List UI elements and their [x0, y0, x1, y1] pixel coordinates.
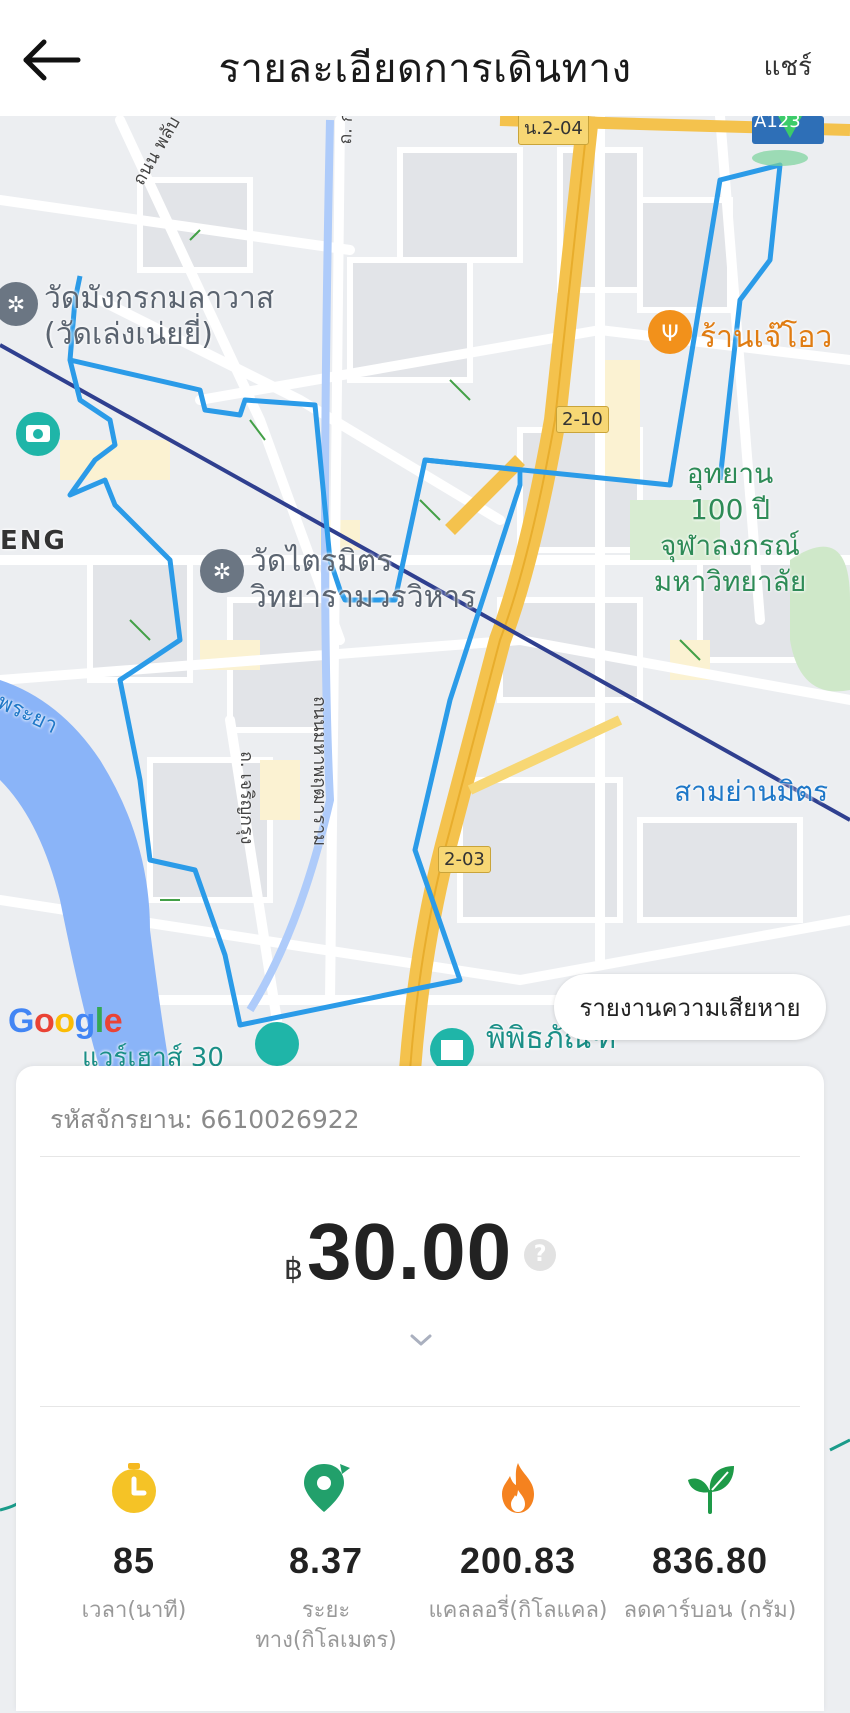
svg-text:Ψ: Ψ	[661, 322, 678, 347]
road-shield-2-10: 2-10	[556, 406, 609, 433]
price-row: ฿30.00?	[16, 1206, 824, 1298]
svg-text:✲: ✲	[213, 560, 231, 585]
stat-calories-value: 200.83	[459, 1540, 577, 1581]
flame-icon	[502, 1463, 534, 1513]
report-damage-button[interactable]: รายงานความเสียหาย	[554, 974, 826, 1040]
chevron-down-icon[interactable]	[406, 1328, 436, 1352]
stat-duration-value: 85	[112, 1540, 156, 1581]
stat-duration: 85 เวลา(นาที)	[34, 1460, 234, 1626]
trip-price: 30.00	[306, 1207, 513, 1296]
temple-label-traimit: วัดไตรมิตร วิทยารามวรวิหาร	[250, 544, 476, 616]
road-shield-n-2-04: น.2-04	[518, 116, 589, 145]
station-label: A123	[754, 116, 801, 132]
leaf-icon	[688, 1466, 734, 1514]
stat-carbon-value: 836.80	[651, 1540, 769, 1581]
stat-distance-value: 8.37	[288, 1540, 364, 1581]
svg-text:✲: ✲	[7, 293, 25, 318]
stat-calories-label: แคลลอรี่(กิโลแคล)	[428, 1598, 608, 1623]
stat-calories: 200.83 แคลลอรี่(กิโลแคล)	[418, 1460, 618, 1626]
bike-code: รหัสจักรยาน: 6610026922	[50, 1105, 360, 1134]
stat-carbon: 836.80 ลดคาร์บอน (กรัม)	[610, 1460, 810, 1626]
share-button[interactable]: แชร์	[764, 46, 812, 87]
temple-label-leng-noei-yi: วัดมังกรกมลาวาส (วัดเล่งเน่ยยี่)	[44, 281, 274, 353]
trip-summary-card: รหัสจักรยาน: 6610026922 ฿30.00? 85 เวลา(…	[16, 1066, 824, 1711]
stat-duration-label: เวลา(นาที)	[81, 1598, 187, 1623]
trip-stats: 85 เวลา(นาที) 8.37 ระยะ ทาง(กิโลเมตร) 20…	[16, 1460, 824, 1660]
road-label-maha-phruettharam: ถนนมหาพฤฒาราม	[309, 696, 330, 847]
timer-icon	[112, 1463, 156, 1513]
restaurant-label: ร้านเจ๊โอว	[700, 320, 833, 355]
park-label: อุทยาน 100 ปี จุฬาลงกรณ์ มหาวิทยาลัย	[640, 456, 820, 600]
stat-carbon-label: ลดคาร์บอน (กรัม)	[623, 1598, 797, 1623]
temple-label-leng-noei-yi-text: วัดมังกรกมลาวาส (วัดเล่งเน่ยยี่)	[44, 281, 275, 352]
park-label-text: อุทยาน 100 ปี จุฬาลงกรณ์ มหาวิทยาลัย	[653, 457, 807, 598]
help-icon[interactable]: ?	[524, 1239, 557, 1271]
district-label: ENG	[0, 526, 67, 556]
samyan-label: สามย่านมิตร	[674, 775, 829, 808]
location-pin-icon	[304, 1464, 350, 1512]
divider	[40, 1406, 800, 1407]
app-header: รายละเอียดการเดินทาง แชร์	[0, 0, 850, 116]
currency-symbol: ฿	[283, 1252, 303, 1287]
road-label-charoen-krung: ถ. เจริญกรุง	[236, 751, 257, 845]
page-title: รายละเอียดการเดินทาง	[218, 46, 632, 92]
road-shield-2-03: 2-03	[438, 846, 491, 873]
temple-label-traimit-text: วัดไตรมิตร วิทยารามวรวิหาร	[250, 544, 477, 615]
road-label-krung-kasem: ถ. กรุงเกษม	[330, 116, 362, 145]
divider	[40, 1156, 800, 1157]
stat-distance: 8.37 ระยะ ทาง(กิโลเมตร)	[226, 1460, 426, 1656]
stat-distance-label: ระยะ ทาง(กิโลเมตร)	[255, 1598, 397, 1653]
google-logo: Google	[8, 1002, 123, 1040]
